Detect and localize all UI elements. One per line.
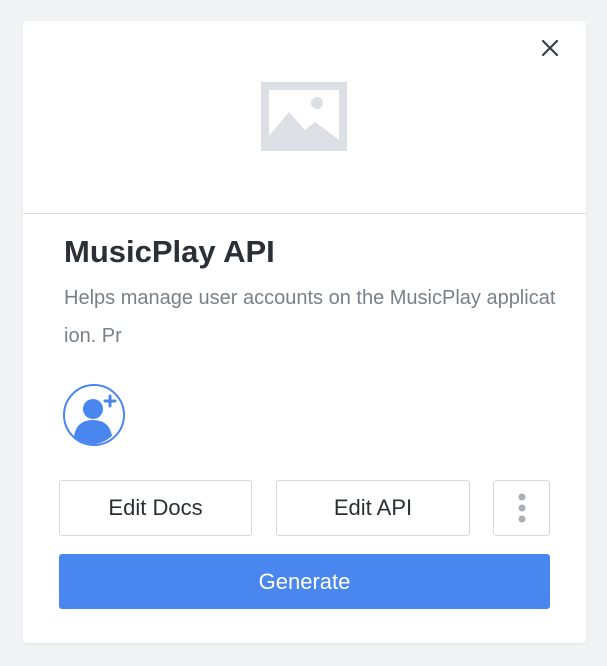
header-divider: [23, 213, 586, 214]
add-user-button[interactable]: [62, 383, 126, 447]
image-placeholder-icon: [261, 82, 347, 151]
close-button[interactable]: [538, 36, 562, 60]
api-description: Helps manage user accounts on the MusicP…: [64, 287, 556, 347]
generate-button[interactable]: Generate: [59, 554, 550, 609]
add-user-icon: [63, 384, 125, 446]
api-card: MusicPlay API Helps manage user accounts…: [23, 21, 586, 643]
close-icon: [541, 39, 559, 57]
more-options-button[interactable]: [493, 480, 550, 536]
edit-api-button[interactable]: Edit API: [276, 480, 470, 536]
api-title: MusicPlay API: [64, 234, 275, 269]
edit-docs-button[interactable]: Edit Docs: [59, 480, 252, 536]
more-vertical-icon: [518, 493, 525, 523]
